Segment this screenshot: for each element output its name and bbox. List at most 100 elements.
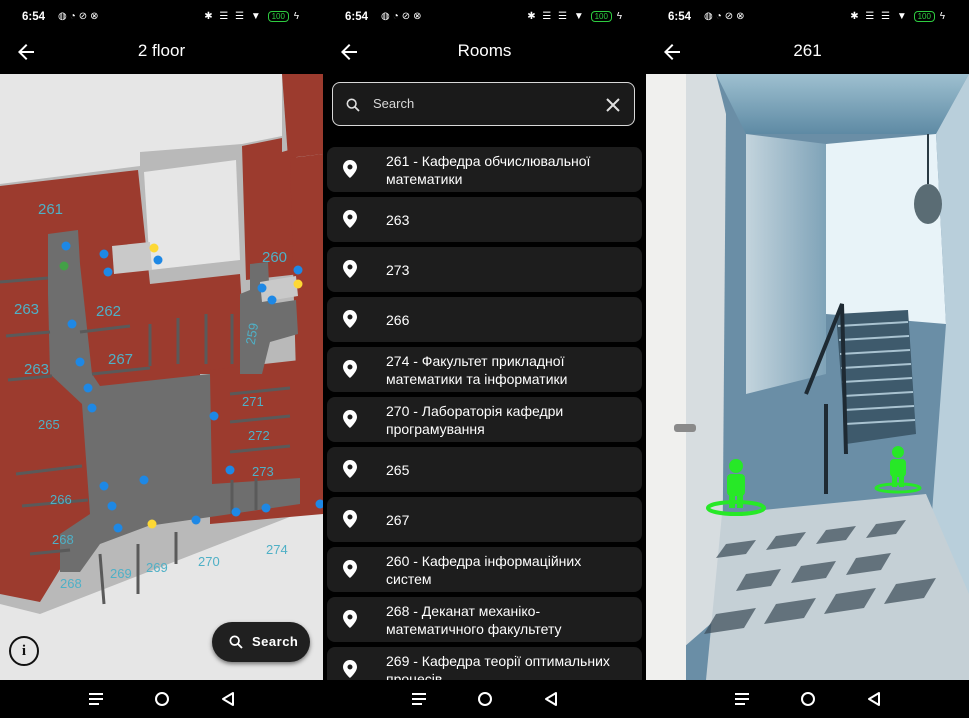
camera-view[interactable] xyxy=(646,74,969,680)
location-pin-icon xyxy=(343,510,357,528)
room-label[interactable]: 260 xyxy=(262,249,287,266)
room-label[interactable]: 268 xyxy=(52,532,74,547)
room-label[interactable]: 261 xyxy=(38,201,63,218)
room-label[interactable]: 271 xyxy=(242,394,264,409)
route-point xyxy=(293,265,303,275)
stairs-point xyxy=(147,519,157,529)
route-point xyxy=(261,503,271,513)
location-pin-icon xyxy=(343,260,357,278)
route-point xyxy=(61,241,71,251)
status-time: 6:54 xyxy=(22,11,46,23)
back-triangle-icon[interactable] xyxy=(218,689,238,709)
room-label[interactable]: 263 xyxy=(24,361,49,378)
room-label[interactable]: 265 xyxy=(38,417,60,432)
room-list-item-label: 274 - Факультет прикладної математики та… xyxy=(386,352,568,387)
route-point xyxy=(209,411,219,421)
room-list-item-label: 261 - Кафедра обчислювальної математики xyxy=(386,152,591,187)
route-point xyxy=(113,523,123,533)
room-list-item-label: 260 - Кафедра інформаційних систем xyxy=(386,552,582,587)
home-icon[interactable] xyxy=(475,689,495,709)
clear-icon[interactable] xyxy=(606,98,620,112)
route-point xyxy=(267,295,277,305)
search-icon xyxy=(229,635,243,649)
system-nav-bar xyxy=(646,680,969,718)
search-field[interactable] xyxy=(332,82,635,126)
room-label[interactable]: 269 xyxy=(146,560,168,575)
room-list-item[interactable]: 270 - Лабораторія кафедри програмування xyxy=(327,397,642,442)
search-button[interactable]: Search xyxy=(212,622,310,662)
page-title: Rooms xyxy=(457,41,512,60)
battery-icon: 100 xyxy=(913,11,935,22)
location-pin-icon xyxy=(343,160,357,178)
route-point xyxy=(87,403,97,413)
room-list-item[interactable]: 261 - Кафедра обчислювальної математики xyxy=(327,147,642,192)
stairs-point xyxy=(149,243,159,253)
floor-map[interactable]: 261 260 263 262 259 263 267 265 271 272 … xyxy=(0,74,323,680)
page-title: 2 floor xyxy=(137,41,186,60)
location-pin-icon xyxy=(343,560,357,578)
system-icons: ✱ ☰ ☰ ▼ 100 ϟ xyxy=(527,11,624,22)
room-list-item[interactable]: 274 - Факультет прикладної математики та… xyxy=(327,347,642,392)
camera-scene xyxy=(646,74,969,680)
rooms-content: 261 - Кафедра обчислювальної математики 2… xyxy=(323,74,646,680)
rooms-list: 261 - Кафедра обчислювальної математики 2… xyxy=(327,147,642,680)
status-bar: 6:54 ◍◔⊘⊗ ✱ ☰ ☰ ▼ 100 ϟ xyxy=(646,0,969,34)
room-label[interactable]: 262 xyxy=(96,303,121,320)
menu-icon[interactable] xyxy=(409,689,429,709)
route-point xyxy=(99,481,109,491)
ar-camera-screen: 6:54 ◍◔⊘⊗ ✱ ☰ ☰ ▼ 100 ϟ 261 xyxy=(646,0,969,718)
battery-icon: 100 xyxy=(590,11,612,22)
route-point xyxy=(99,249,109,259)
room-list-item[interactable]: 263 xyxy=(327,197,642,242)
route-point xyxy=(103,267,113,277)
menu-icon[interactable] xyxy=(732,689,752,709)
route-point xyxy=(139,475,149,485)
room-list-item-label: 270 - Лабораторія кафедри програмування xyxy=(386,402,564,437)
info-icon[interactable]: i xyxy=(9,636,39,666)
room-label[interactable]: 273 xyxy=(252,464,274,479)
room-list-item[interactable]: 273 xyxy=(327,247,642,292)
route-point xyxy=(225,465,235,475)
room-label[interactable]: 272 xyxy=(248,428,270,443)
room-list-item-label: 268 - Деканат механіко-математичного фак… xyxy=(386,602,562,637)
floor-plan[interactable]: 261 260 263 262 259 263 267 265 271 272 … xyxy=(0,74,323,680)
room-label[interactable]: 268 xyxy=(60,576,82,591)
back-triangle-icon[interactable] xyxy=(541,689,561,709)
room-list-item[interactable]: 266 xyxy=(327,297,642,342)
location-pin-icon xyxy=(343,660,357,678)
location-pin-icon xyxy=(343,310,357,328)
search-input[interactable] xyxy=(371,95,595,112)
map-screen: 6:54 ◍◔⊘⊗ ✱ ☰ ☰ ▼ 100 ϟ 2 floor 261 260 … xyxy=(0,0,323,718)
back-triangle-icon[interactable] xyxy=(864,689,884,709)
notification-icons: ◍◔⊘⊗ xyxy=(381,11,425,22)
room-label[interactable]: 269 xyxy=(110,566,132,581)
room-list-item[interactable]: 269 - Кафедра теорії оптимальних процесі… xyxy=(327,647,642,680)
home-icon[interactable] xyxy=(798,689,818,709)
battery-icon: 100 xyxy=(267,11,289,22)
room-list-item[interactable]: 265 xyxy=(327,447,642,492)
room-label[interactable]: 267 xyxy=(108,351,133,368)
room-label[interactable]: 263 xyxy=(14,301,39,318)
status-time: 6:54 xyxy=(345,11,369,23)
rooms-screen: 6:54 ◍◔⊘⊗ ✱ ☰ ☰ ▼ 100 ϟ Rooms 261 - Кафе… xyxy=(323,0,646,718)
room-list-item-label: 263 xyxy=(386,211,410,228)
room-label[interactable]: 266 xyxy=(50,492,72,507)
route-point xyxy=(257,283,267,293)
menu-icon[interactable] xyxy=(86,689,106,709)
app-bar: 2 floor xyxy=(0,34,323,74)
room-label[interactable]: 274 xyxy=(266,542,288,557)
room-list-item-label: 265 xyxy=(386,461,410,478)
system-nav-bar xyxy=(0,680,323,718)
route-point xyxy=(83,383,93,393)
status-time: 6:54 xyxy=(668,11,692,23)
room-label[interactable]: 270 xyxy=(198,554,220,569)
route-point xyxy=(191,515,201,525)
notification-icons: ◍◔⊘⊗ xyxy=(704,11,748,22)
route-point xyxy=(67,319,77,329)
room-list-item[interactable]: 268 - Деканат механіко-математичного фак… xyxy=(327,597,642,642)
room-list-item[interactable]: 267 xyxy=(327,497,642,542)
route-point xyxy=(107,501,117,511)
room-list-item[interactable]: 260 - Кафедра інформаційних систем xyxy=(327,547,642,592)
route-point xyxy=(75,357,85,367)
home-icon[interactable] xyxy=(152,689,172,709)
